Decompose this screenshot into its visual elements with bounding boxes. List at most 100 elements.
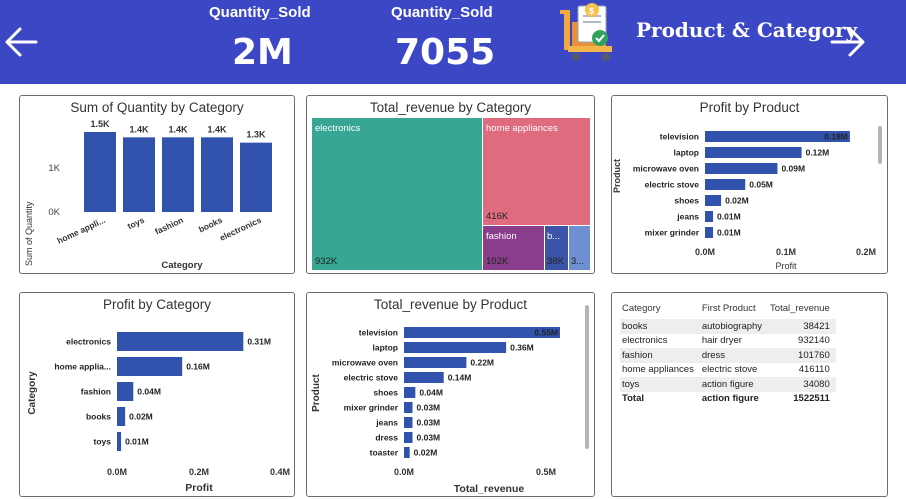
revenue-by-product-card[interactable]: Total_revenue by Product Product 0.0M 0.… <box>306 292 595 497</box>
bar[interactable] <box>117 407 126 426</box>
table-row[interactable]: toys action figure 34080 <box>620 377 836 392</box>
y-tick-label: books <box>86 412 111 422</box>
bar[interactable] <box>404 432 413 443</box>
y-tick-label: fashion <box>81 387 111 397</box>
profit-by-category-card[interactable]: Profit by Category Category 0.0M 0.2M 0.… <box>19 292 295 497</box>
kpi-quantity-sold-count-label: Quantity_Sold <box>391 4 493 21</box>
revenue-product-x-tick-0: 0.0M <box>394 467 414 477</box>
bar[interactable] <box>705 179 746 190</box>
bar[interactable] <box>201 137 233 212</box>
y-tick-label: electric stove <box>645 180 700 190</box>
y-tick-label: jeans <box>676 212 699 222</box>
bar[interactable] <box>404 372 444 383</box>
bar[interactable] <box>123 137 155 212</box>
bar[interactable] <box>117 382 134 401</box>
x-tick-label: toys <box>126 215 146 232</box>
table-cell: electric stove <box>701 364 758 376</box>
bar[interactable] <box>117 357 183 376</box>
table-cell: 38421 <box>768 319 836 334</box>
revenue-by-product-chart: Product 0.0M 0.5M Total_revenue televisi… <box>311 305 589 495</box>
profit-product-y-axis-label: Product <box>612 159 622 193</box>
data-label: 0.01M <box>717 228 741 238</box>
treemap-tile-toys[interactable]: 3... <box>569 226 590 270</box>
table-row[interactable]: fashion dress 101760 <box>620 348 836 363</box>
table-cell: action figure <box>701 393 759 405</box>
treemap-tile-home-appliances[interactable]: home appliances 416K <box>483 118 590 225</box>
bar[interactable] <box>404 387 416 398</box>
bar[interactable] <box>404 447 410 458</box>
column-header-category[interactable]: Category <box>620 297 700 319</box>
profit-category-x-tick-1: 0.2M <box>189 467 209 477</box>
table-row[interactable]: electronics hair dryer 932140 <box>620 334 836 349</box>
y-tick-label: television <box>359 328 398 338</box>
bar[interactable] <box>162 137 194 212</box>
profit-category-x-tick-0: 0.0M <box>107 467 127 477</box>
table-total-row: Total action figure 1522511 <box>620 392 836 407</box>
bar[interactable] <box>404 342 507 353</box>
treemap-label: electronics <box>315 123 361 134</box>
back-arrow-icon[interactable] <box>2 22 42 62</box>
revenue-product-y-axis-label: Product <box>311 373 322 411</box>
bar[interactable] <box>404 402 413 413</box>
x-tick-label: books <box>197 215 224 235</box>
y-tick-label: toaster <box>370 448 399 458</box>
treemap-tile-fashion[interactable]: fashion 102K <box>483 226 544 270</box>
table-cell: 101760 <box>768 348 836 363</box>
data-label: 0.55M <box>534 328 558 338</box>
treemap-label: fashion <box>486 231 517 242</box>
table-cell: 932140 <box>798 335 830 347</box>
data-label: 1.5K <box>90 119 110 129</box>
y-tick-label: shoes <box>373 388 398 398</box>
bar[interactable] <box>117 432 122 451</box>
svg-text:$: $ <box>589 6 594 16</box>
category-table-card[interactable]: Category First Product Total_revenue boo… <box>611 292 888 497</box>
y-tick-label: television <box>660 132 699 142</box>
bar[interactable] <box>705 195 722 206</box>
profit-category-y-axis-label: Category <box>27 371 38 415</box>
data-label: 0.02M <box>725 196 749 206</box>
bar[interactable] <box>117 332 244 351</box>
bar[interactable] <box>84 132 116 212</box>
data-label: 0.05M <box>749 180 773 190</box>
data-label: 0.04M <box>137 387 161 397</box>
bar[interactable] <box>705 163 778 174</box>
table-row[interactable]: home appliances electric stove 416110 <box>620 363 836 378</box>
scrollbar[interactable] <box>585 305 589 449</box>
treemap-label: b... <box>547 231 561 242</box>
y-tick-label: mixer grinder <box>645 228 700 238</box>
data-label: 0.01M <box>717 212 741 222</box>
bar[interactable] <box>240 142 272 212</box>
profit-by-product-card[interactable]: Profit by Product Product 0.0M 0.1M 0.2M… <box>611 95 888 274</box>
data-label: 0.03M <box>417 403 441 413</box>
table-cell: hair dryer <box>701 335 742 347</box>
profit-category-x-axis-label: Profit <box>185 482 213 494</box>
qty-y-tick-1k: 1K <box>48 163 60 174</box>
data-label: 0.03M <box>417 418 441 428</box>
qty-by-category-card[interactable]: Sum of Quantity by Category Sum of Quant… <box>19 95 295 274</box>
treemap-tile-electronics[interactable]: electronics 932K <box>312 118 482 270</box>
bar[interactable] <box>404 357 467 368</box>
y-tick-label: electronics <box>66 337 111 347</box>
data-label: 0.31M <box>247 337 271 347</box>
treemap-value: 102K <box>486 256 509 267</box>
table-cell: action figure <box>699 377 769 392</box>
forward-arrow-icon[interactable] <box>828 22 868 62</box>
table-row[interactable]: books autobiography 38421 <box>620 319 836 334</box>
revenue-by-category-card[interactable]: Total_revenue by Category electronics 93… <box>306 95 595 274</box>
scrollbar[interactable] <box>878 126 882 164</box>
data-label: 0.18M <box>824 132 848 142</box>
profit-category-x-tick-2: 0.4M <box>270 467 290 477</box>
y-tick-label: dress <box>375 433 398 443</box>
y-tick-label: jeans <box>375 418 398 428</box>
bar[interactable] <box>705 211 714 222</box>
column-header-first-product[interactable]: First Product <box>700 297 768 319</box>
kpi-quantity-sold-label: Quantity_Sold <box>209 4 311 21</box>
column-header-total-revenue[interactable]: Total_revenue <box>768 297 836 319</box>
y-tick-label: toys <box>94 437 112 447</box>
bar[interactable] <box>705 227 714 238</box>
treemap-tile-books[interactable]: b... 38K <box>545 226 568 270</box>
treemap-value: 38K <box>547 256 564 267</box>
bar[interactable] <box>705 147 802 158</box>
bar[interactable] <box>404 417 413 428</box>
data-label: 1.4K <box>129 124 149 134</box>
